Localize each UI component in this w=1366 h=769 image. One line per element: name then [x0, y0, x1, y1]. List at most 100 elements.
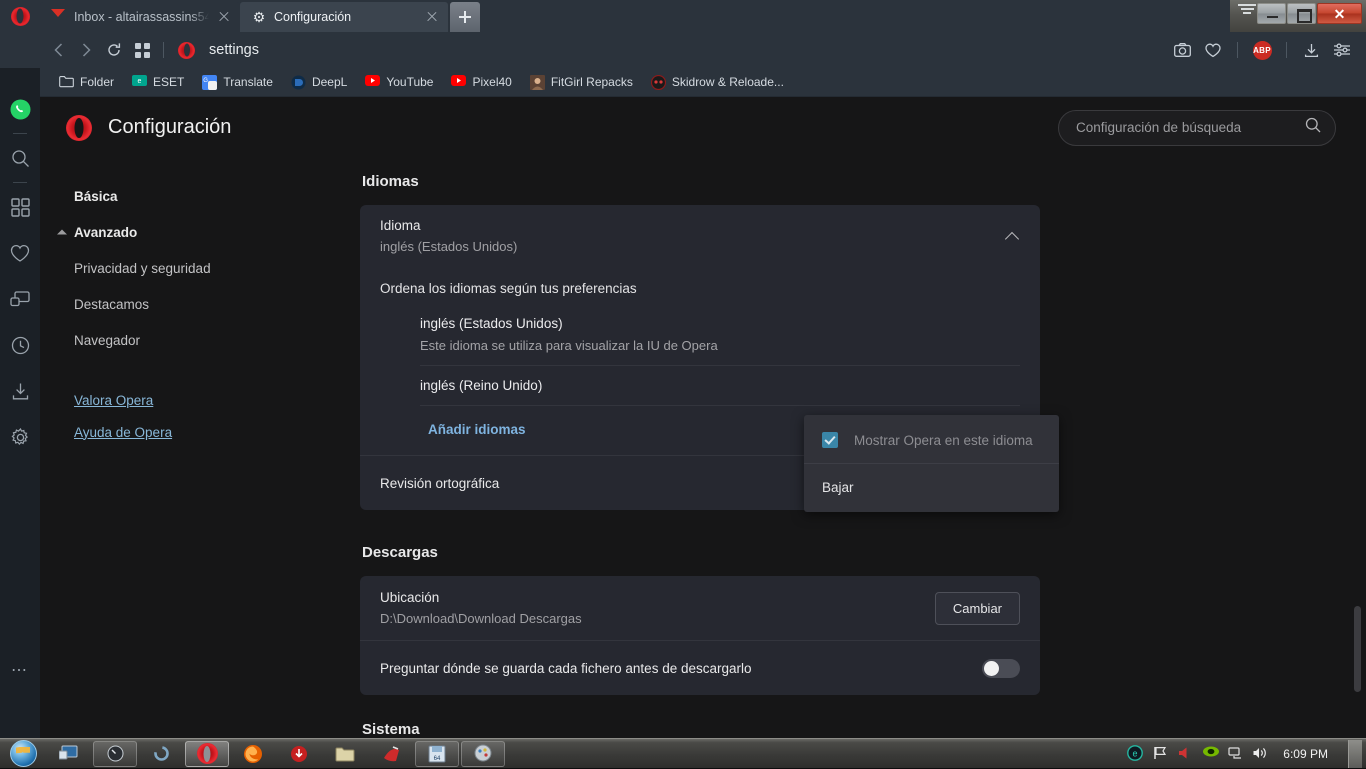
bookmark-deepl[interactable]: DeepL [282, 72, 356, 93]
heart-icon[interactable] [1199, 36, 1227, 64]
order-heading: Ordena los idiomas según tus preferencia… [380, 267, 1020, 304]
more-icon[interactable]: ⋯ [0, 660, 40, 680]
bookmark-translate[interactable]: G Translate [193, 72, 282, 93]
ask-each-download-row: Preguntar dónde se guarda cada fichero a… [360, 641, 1040, 695]
speed-dial-icon[interactable] [0, 184, 40, 230]
tab-title: Inbox - altairassassins544@ [74, 10, 209, 24]
close-button[interactable]: ✕ [1317, 3, 1362, 24]
bookmark-label: Translate [223, 75, 273, 89]
tab-list-menu-icon[interactable] [1236, 4, 1258, 24]
sidebar-item-navegador[interactable]: Navegador [40, 322, 278, 358]
taskbar-clock[interactable]: 6:09 PM [1277, 747, 1338, 761]
maximize-button[interactable] [1287, 3, 1316, 24]
list-item[interactable]: inglés (Reino Unido) [420, 366, 1020, 406]
snapshot-icon[interactable] [1168, 36, 1196, 64]
change-location-button[interactable]: Cambiar [935, 592, 1020, 625]
volume-icon[interactable] [1252, 745, 1269, 762]
browser-window: Inbox - altairassassins544@ ⚙ Configurac… [0, 0, 1366, 768]
search-input[interactable]: Configuración de búsqueda [1058, 110, 1336, 146]
history-icon[interactable] [0, 322, 40, 368]
search-icon[interactable] [0, 135, 40, 181]
page-title: Configuración [108, 116, 231, 139]
deepl-icon [291, 75, 306, 90]
section-title-descargas: Descargas [362, 544, 1323, 561]
folder-icon [59, 75, 74, 90]
bookmark-label: YouTube [386, 75, 433, 89]
show-desktop-button[interactable] [1348, 740, 1362, 768]
taskbar-item-downloader[interactable] [277, 741, 321, 767]
back-button[interactable] [44, 36, 72, 64]
taskbar-item-media[interactable] [369, 741, 413, 767]
sidebar-item-destacamos[interactable]: Destacamos [40, 286, 278, 322]
start-button[interactable] [0, 739, 46, 769]
language-row[interactable]: Idioma inglés (Estados Unidos) [360, 205, 1040, 267]
opera-icon [197, 743, 218, 764]
speaker-red-icon[interactable] [1177, 745, 1194, 762]
bookmark-label: Skidrow & Reloade... [672, 75, 784, 89]
language-row-text: Idioma inglés (Estados Unidos) [380, 218, 1006, 254]
sidebar-item-privacidad[interactable]: Privacidad y seguridad [40, 250, 278, 286]
bookmark-pixel40[interactable]: Pixel40 [442, 72, 520, 93]
link-valora-opera[interactable]: Valora Opera [40, 384, 278, 416]
tab-title: Configuración [274, 10, 417, 24]
taskbar-item-firefox[interactable] [231, 741, 275, 767]
menu-item-mostrar-opera[interactable]: Mostrar Opera en este idioma [804, 419, 1059, 461]
bookmark-skidrow[interactable]: Skidrow & Reloade... [642, 72, 793, 93]
flag-icon[interactable] [1152, 745, 1169, 762]
minimize-button[interactable] [1257, 3, 1286, 24]
heart-icon[interactable] [0, 230, 40, 276]
taskbar-item-folder[interactable] [323, 741, 367, 767]
taskbar-item-paint[interactable] [461, 741, 505, 767]
bookmark-label: DeepL [312, 75, 347, 89]
bookmark-label: Pixel40 [472, 75, 511, 89]
address-bar-input[interactable]: settings [195, 42, 1168, 58]
tab-inbox[interactable]: Inbox - altairassassins544@ [40, 2, 240, 32]
adblock-button[interactable]: ABP [1248, 36, 1276, 64]
menu-item-bajar[interactable]: Bajar [804, 466, 1059, 508]
reload-button[interactable] [100, 36, 128, 64]
bookmark-youtube[interactable]: YouTube [356, 72, 442, 93]
sidebar-item-basica[interactable]: Básica [40, 178, 278, 214]
vertical-scrollbar[interactable] [1354, 606, 1361, 692]
navigation-bar: settings ABP [0, 32, 1366, 68]
downloads-icon[interactable] [1297, 36, 1325, 64]
start-orb-icon [10, 740, 37, 767]
language-desc: Este idioma se utiliza para visualizar l… [420, 338, 1020, 353]
section-title-sistema: Sistema [362, 721, 1323, 737]
sidebar-item-avanzado[interactable]: Avanzado [40, 214, 278, 250]
close-icon[interactable] [216, 9, 232, 25]
list-item[interactable]: inglés (Estados Unidos) Este idioma se u… [420, 304, 1020, 366]
close-icon[interactable] [424, 9, 440, 25]
tab-configuracion[interactable]: ⚙ Configuración [240, 2, 448, 32]
settings-page: Configuración Configuración de búsqueda … [40, 97, 1366, 738]
taskbar-item-opera[interactable] [185, 741, 229, 767]
downloads-icon[interactable] [0, 368, 40, 414]
network-icon[interactable] [1227, 745, 1244, 762]
forward-button[interactable] [72, 36, 100, 64]
taskbar-item-loading[interactable] [139, 741, 183, 767]
eset-icon[interactable]: e [1127, 745, 1144, 762]
svg-text:e: e [1133, 748, 1138, 758]
checkbox-checked-icon[interactable] [822, 432, 838, 448]
link-ayuda-opera[interactable]: Ayuda de Opera [40, 416, 278, 448]
bookmark-label: FitGirl Repacks [551, 75, 633, 89]
taskbar-item-speedometer[interactable] [93, 741, 137, 767]
bookmark-fitgirl[interactable]: FitGirl Repacks [521, 72, 642, 93]
settings-icon[interactable] [0, 414, 40, 460]
player-icon[interactable] [0, 276, 40, 322]
chevron-up-icon[interactable] [1006, 229, 1020, 243]
whatsapp-icon[interactable] [0, 86, 40, 132]
workspaces-icon[interactable] [128, 36, 156, 64]
bookmark-eset[interactable]: e ESET [123, 72, 193, 93]
nvidia-icon[interactable] [1202, 745, 1219, 762]
sidebar-item-label: Básica [74, 189, 118, 204]
opera-menu-button[interactable] [0, 0, 40, 32]
taskbar-item-display[interactable] [47, 741, 91, 767]
taskbar-item-save64[interactable]: 64 [415, 741, 459, 767]
new-tab-button[interactable] [450, 2, 480, 32]
bookmark-folder[interactable]: Folder [50, 72, 123, 93]
ask-each-download-toggle[interactable] [982, 659, 1020, 678]
download-location-row: Ubicación D:\Download\Download Descargas… [360, 576, 1040, 640]
language-context-menu: Mostrar Opera en este idioma Bajar [804, 415, 1059, 512]
easy-setup-icon[interactable] [1328, 36, 1356, 64]
